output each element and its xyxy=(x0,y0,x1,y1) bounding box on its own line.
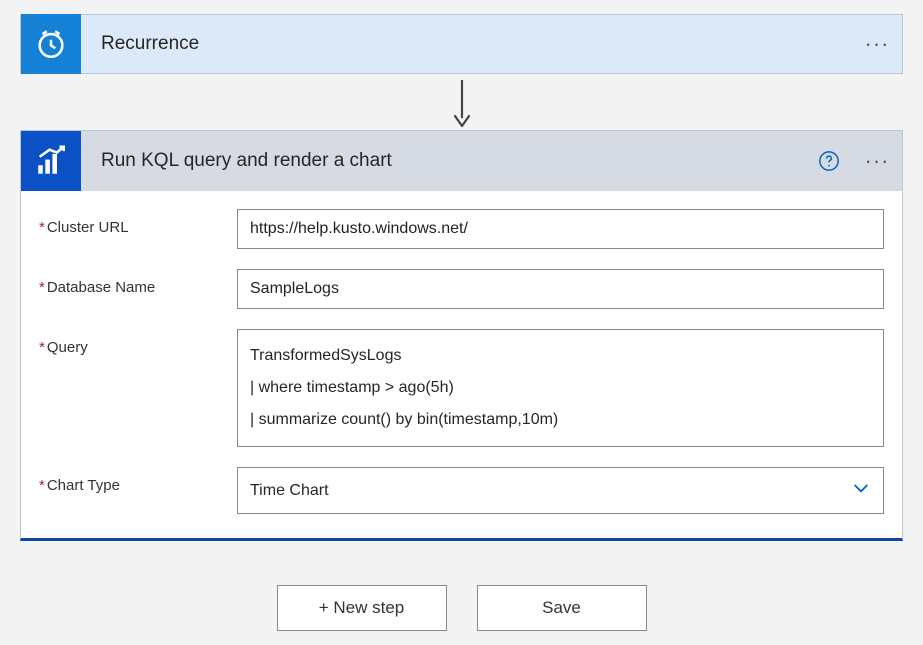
clock-icon xyxy=(21,14,81,74)
step-kql-title: Run KQL query and render a chart xyxy=(81,150,816,172)
step-recurrence[interactable]: Recurrence ··· xyxy=(20,14,903,74)
input-query[interactable]: TransformedSysLogs | where timestamp > a… xyxy=(237,329,884,447)
step-recurrence-title: Recurrence xyxy=(81,33,852,55)
step-kql-body: Cluster URL Database Name Query Transfor… xyxy=(21,191,902,538)
step-recurrence-menu[interactable]: ··· xyxy=(852,31,902,57)
flow-arrow xyxy=(20,74,903,130)
label-query: Query xyxy=(39,329,237,356)
input-cluster-url[interactable] xyxy=(237,209,884,249)
label-cluster-url: Cluster URL xyxy=(39,209,237,236)
footer-actions: + New step Save xyxy=(20,585,903,631)
query-icon xyxy=(21,131,81,191)
new-step-button[interactable]: + New step xyxy=(277,585,447,631)
step-kql: Run KQL query and render a chart ··· Clu… xyxy=(20,130,903,541)
save-button[interactable]: Save xyxy=(477,585,647,631)
select-chart-type-value: Time Chart xyxy=(250,482,329,500)
label-database-name: Database Name xyxy=(39,269,237,296)
help-icon[interactable] xyxy=(816,148,842,174)
select-chart-type[interactable]: Time Chart xyxy=(237,467,884,514)
step-kql-header[interactable]: Run KQL query and render a chart ··· xyxy=(21,131,902,191)
label-chart-type: Chart Type xyxy=(39,467,237,494)
designer-canvas: Recurrence ··· Run KQL query and render … xyxy=(0,0,923,641)
chevron-down-icon xyxy=(851,478,871,503)
input-database-name[interactable] xyxy=(237,269,884,309)
step-kql-menu[interactable]: ··· xyxy=(852,148,902,174)
